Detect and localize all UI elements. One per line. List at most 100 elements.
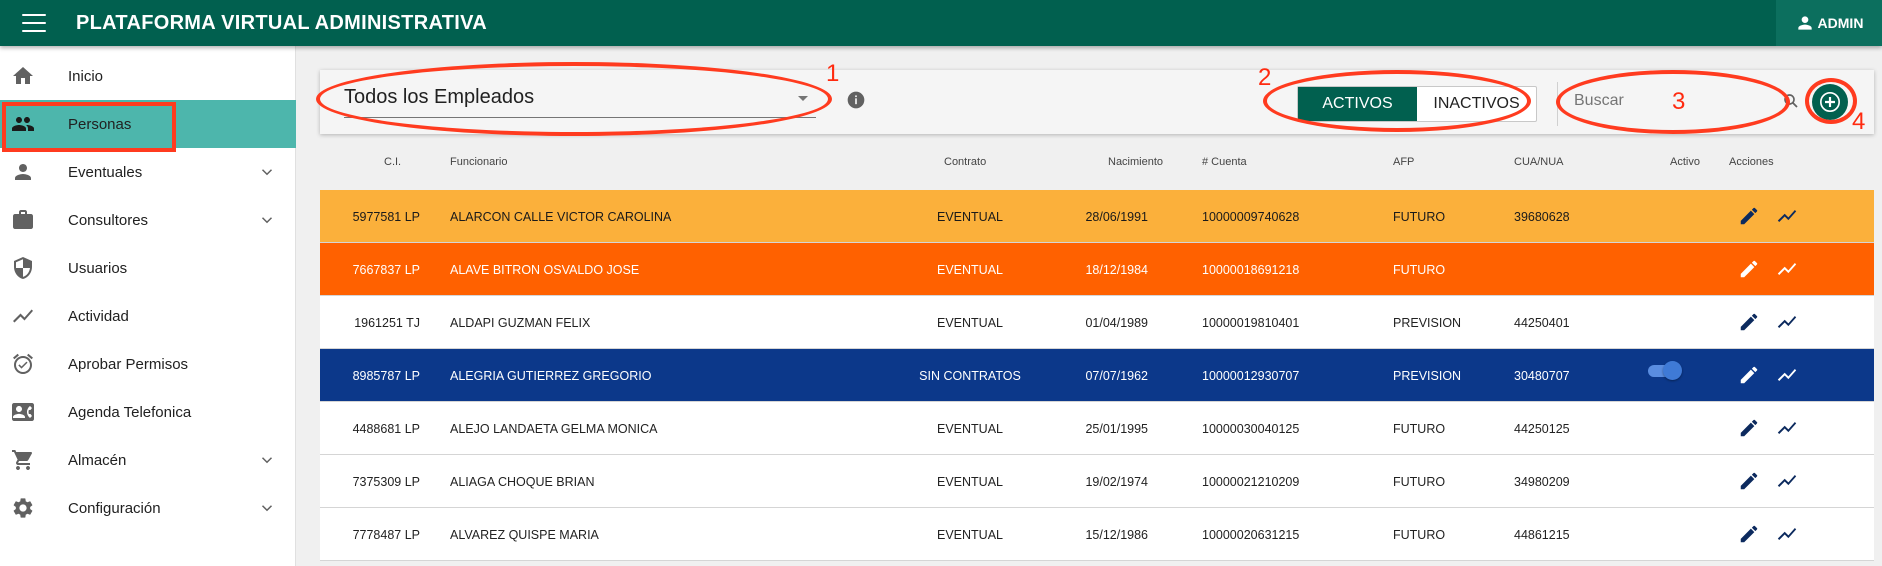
- header-cuenta: # Cuenta: [1202, 156, 1247, 168]
- sidebar-item-label: Configuración: [68, 499, 161, 517]
- table-header: C.I. Funcionario Contrato Nacimiento # C…: [320, 138, 1874, 190]
- edit-icon[interactable]: [1738, 205, 1760, 227]
- header-funcionario: Funcionario: [450, 156, 508, 168]
- table-row[interactable]: 7375309 LP ALIAGA CHOQUE BRIAN EVENTUAL 19/…: [320, 455, 1874, 508]
- sidebar-item-label: Inicio: [68, 67, 104, 85]
- toolbar-divider: [1557, 82, 1558, 126]
- edit-icon[interactable]: [1738, 523, 1760, 545]
- sidebar-item-agenda-telefonica[interactable]: Agenda Telefonica: [0, 388, 296, 436]
- info-icon[interactable]: [846, 90, 866, 110]
- cell-ci: 4488681 LP: [352, 422, 420, 436]
- cell-nacimiento: 25/01/1995: [1085, 422, 1148, 436]
- cell-nacimiento: 01/04/1989: [1085, 316, 1148, 330]
- active-toggle-switch[interactable]: [1646, 361, 1682, 380]
- cell-cuenta: 10000020631215: [1202, 528, 1300, 542]
- activity-trend-icon[interactable]: [1776, 417, 1798, 439]
- activity-trend-icon[interactable]: [1776, 258, 1798, 280]
- sidebar: Inicio Personas Eventuales Consultores U…: [0, 46, 296, 566]
- cell-afp: FUTURO: [1393, 528, 1446, 542]
- cell-afp: FUTURO: [1393, 475, 1446, 489]
- cell-nacimiento: 28/06/1991: [1085, 210, 1148, 224]
- search-icon[interactable]: [1782, 92, 1800, 110]
- sidebar-item-consultores[interactable]: Consultores: [0, 196, 296, 244]
- edit-icon[interactable]: [1738, 258, 1760, 280]
- user-menu-button[interactable]: ADMIN: [1776, 0, 1882, 46]
- cell-nacimiento: 18/12/1984: [1085, 263, 1148, 277]
- activity-trend-icon[interactable]: [1776, 311, 1798, 333]
- table-row[interactable]: 7667837 LP ALAVE BITRON OSVALDO JOSE EVENT…: [320, 243, 1874, 296]
- cell-contrato: EVENTUAL: [937, 475, 1003, 489]
- chevron-down-icon: [258, 451, 276, 469]
- activity-trend-icon[interactable]: [1776, 523, 1798, 545]
- edit-icon[interactable]: [1738, 364, 1760, 386]
- user-label: ADMIN: [1817, 15, 1864, 31]
- cell-cuenta: 10000009740628: [1202, 210, 1300, 224]
- cell-cuenta: 10000021210209: [1202, 475, 1300, 489]
- sidebar-item-configuracion[interactable]: Configuración: [0, 484, 296, 532]
- cell-nacimiento: 07/07/1962: [1085, 369, 1148, 383]
- dropdown-caret-icon: [798, 96, 808, 101]
- cell-cua: 44250125: [1514, 422, 1570, 436]
- shield-icon: [11, 256, 35, 280]
- sidebar-item-label: Actividad: [68, 307, 129, 325]
- hamburger-menu-icon[interactable]: [22, 14, 46, 32]
- toggle-activos[interactable]: ACTIVOS: [1298, 87, 1417, 121]
- cell-ci: 7667837 LP: [352, 263, 420, 277]
- employees-table: C.I. Funcionario Contrato Nacimiento # C…: [320, 138, 1874, 561]
- filter-selected-value: Todos los Empleados: [344, 86, 535, 108]
- edit-icon[interactable]: [1738, 470, 1760, 492]
- chevron-down-icon: [258, 163, 276, 181]
- cart-icon: [11, 448, 35, 472]
- header-nacimiento: Nacimiento: [1108, 156, 1164, 168]
- sidebar-item-personas[interactable]: Personas: [0, 100, 296, 148]
- sidebar-item-eventuales[interactable]: Eventuales: [0, 148, 296, 196]
- plus-icon: [1820, 92, 1840, 112]
- activity-trend-icon[interactable]: [1776, 470, 1798, 492]
- cell-funcionario: ALDAPI GUZMAN FELIX: [450, 316, 591, 330]
- table-row[interactable]: 4488681 LP ALEJO LANDAETA GELMA MONICA EVE…: [320, 402, 1874, 455]
- app-title: PLATAFORMA VIRTUAL ADMINISTRATIVA: [76, 11, 487, 34]
- cell-contrato: SIN CONTRATOS: [919, 369, 1021, 383]
- cell-contrato: EVENTUAL: [937, 528, 1003, 542]
- sidebar-item-almacen[interactable]: Almacén: [0, 436, 296, 484]
- cell-ci: 7375309 LP: [352, 475, 420, 489]
- activity-trend-icon[interactable]: [1776, 205, 1798, 227]
- cell-cua: 44250401: [1514, 316, 1570, 330]
- cell-nacimiento: 15/12/1986: [1085, 528, 1148, 542]
- edit-icon[interactable]: [1738, 311, 1760, 333]
- sidebar-item-usuarios[interactable]: Usuarios: [0, 244, 296, 292]
- cell-funcionario: ALEJO LANDAETA GELMA MONICA: [450, 422, 658, 436]
- employee-filter-select[interactable]: Todos los Empleados: [344, 82, 816, 118]
- cell-afp: FUTURO: [1393, 422, 1446, 436]
- table-row[interactable]: 8985787 LP ALEGRIA GUTIERREZ GREGORIO SIN …: [320, 349, 1874, 402]
- table-row[interactable]: 7778487 LP ALVAREZ QUISPE MARIA EVENTUAL 15…: [320, 508, 1874, 561]
- cell-ci: 1961251 TJ: [354, 316, 420, 330]
- search-input[interactable]: [1574, 88, 1774, 114]
- sidebar-item-aprobar-permisos[interactable]: Aprobar Permisos: [0, 340, 296, 388]
- toggle-inactivos[interactable]: INACTIVOS: [1417, 87, 1536, 121]
- sidebar-item-label: Eventuales: [68, 163, 143, 181]
- cell-nacimiento: 19/02/1974: [1085, 475, 1148, 489]
- activity-trend-icon[interactable]: [1776, 364, 1798, 386]
- sidebar-item-inicio[interactable]: Inicio: [0, 52, 296, 100]
- cell-contrato: EVENTUAL: [937, 210, 1003, 224]
- alarm-icon: [11, 352, 35, 376]
- cell-contrato: EVENTUAL: [937, 263, 1003, 277]
- add-person-button[interactable]: [1812, 84, 1848, 120]
- sidebar-item-actividad[interactable]: Actividad: [0, 292, 296, 340]
- edit-icon[interactable]: [1738, 417, 1760, 439]
- cell-funcionario: ALARCON CALLE VICTOR CAROLINA: [450, 210, 672, 224]
- table-row[interactable]: 1961251 TJ ALDAPI GUZMAN FELIX EVENTUAL 01/…: [320, 296, 1874, 349]
- account-icon: [1797, 16, 1812, 30]
- status-toggle-group: ACTIVOS INACTIVOS: [1297, 86, 1537, 122]
- cell-contrato: EVENTUAL: [937, 422, 1003, 436]
- cell-cuenta: 10000030040125: [1202, 422, 1300, 436]
- briefcase-icon: [11, 208, 35, 232]
- cell-funcionario: ALIAGA CHOQUE BRIAN: [450, 475, 595, 489]
- contact-card-icon: [11, 400, 35, 424]
- cell-afp: PREVISION: [1393, 369, 1462, 383]
- cell-cuenta: 10000012930707: [1202, 369, 1300, 383]
- cell-cua: 44861215: [1514, 528, 1570, 542]
- list-toolbar: Todos los Empleados ACTIVOS INACTIVOS: [320, 70, 1874, 134]
- table-row[interactable]: 5977581 LP ALARCON CALLE VICTOR CAROLINA E…: [320, 190, 1874, 243]
